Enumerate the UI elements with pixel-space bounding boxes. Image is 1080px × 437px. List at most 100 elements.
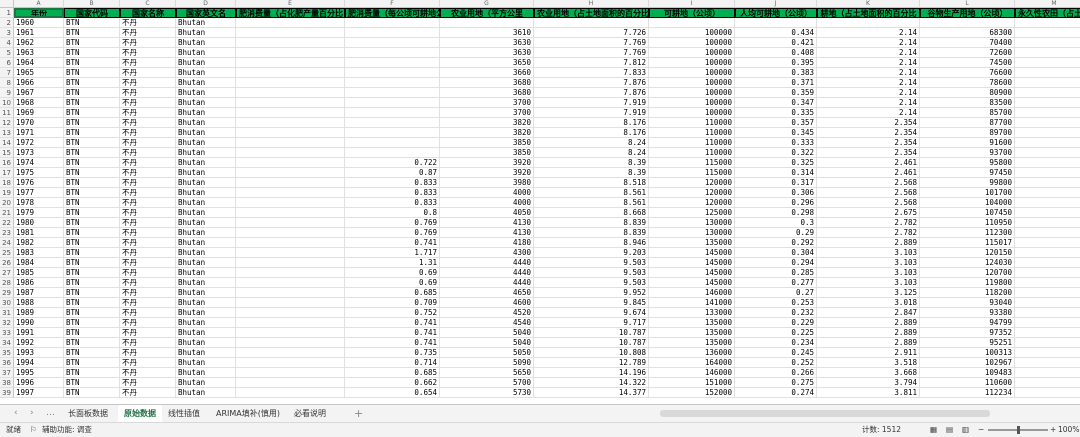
table-cell[interactable]: BTN xyxy=(64,258,120,268)
table-cell[interactable]: 0.314 xyxy=(735,168,817,178)
table-cell[interactable]: 0.8 xyxy=(345,208,440,218)
table-cell[interactable]: 0.408 xyxy=(735,48,817,58)
table-cell[interactable]: 0.357 xyxy=(735,118,817,128)
table-cell[interactable]: 3.125 xyxy=(817,288,920,298)
table-cell[interactable]: 0.69 xyxy=(345,268,440,278)
table-cell[interactable]: 3820 xyxy=(440,118,534,128)
table-cell[interactable]: 7.726 xyxy=(534,28,649,38)
table-cell[interactable]: 120700 xyxy=(920,268,1015,278)
table-cell[interactable]: 0.3 xyxy=(735,218,817,228)
header-cell[interactable]: 农业用地（占土地面积的百分比 xyxy=(534,8,649,18)
table-cell[interactable]: 135000 xyxy=(649,328,735,338)
table-cell[interactable]: 0.741 xyxy=(345,338,440,348)
table-cell[interactable] xyxy=(345,48,440,58)
table-cell[interactable]: BTN xyxy=(64,188,120,198)
table-cell[interactable] xyxy=(345,38,440,48)
table-cell[interactable]: BTN xyxy=(64,168,120,178)
table-cell[interactable]: 9.952 xyxy=(534,288,649,298)
table-cell[interactable]: Bhutan xyxy=(176,178,236,188)
header-cell[interactable]: 谷物生产用地（公顷） xyxy=(920,8,1015,18)
table-cell[interactable]: 3650 xyxy=(440,58,534,68)
header-cell[interactable]: 人均可耕地（公顷） xyxy=(735,8,817,18)
table-cell[interactable]: 0.275 xyxy=(735,378,817,388)
row-number[interactable]: 16 xyxy=(0,158,14,168)
table-cell[interactable]: 101700 xyxy=(920,188,1015,198)
table-cell[interactable]: Bhutan xyxy=(176,88,236,98)
table-cell[interactable]: 115000 xyxy=(649,168,735,178)
table-cell[interactable] xyxy=(1015,358,1080,368)
table-cell[interactable]: BTN xyxy=(64,378,120,388)
table-cell[interactable] xyxy=(1015,168,1080,178)
table-cell[interactable]: 不丹 xyxy=(120,248,176,258)
table-cell[interactable]: 0.714 xyxy=(345,358,440,368)
table-cell[interactable]: 1982 xyxy=(14,238,64,248)
table-cell[interactable]: 0.383 xyxy=(735,68,817,78)
table-cell[interactable]: 4600 xyxy=(440,298,534,308)
row-number[interactable]: 28 xyxy=(0,278,14,288)
table-cell[interactable] xyxy=(345,58,440,68)
table-cell[interactable]: Bhutan xyxy=(176,48,236,58)
table-cell[interactable]: 97352 xyxy=(920,328,1015,338)
table-cell[interactable]: 2.782 xyxy=(817,218,920,228)
table-cell[interactable]: 0.347 xyxy=(735,98,817,108)
table-cell[interactable]: 3920 xyxy=(440,158,534,168)
table-cell[interactable] xyxy=(735,18,817,28)
table-cell[interactable]: 8.839 xyxy=(534,218,649,228)
table-cell[interactable]: 不丹 xyxy=(120,98,176,108)
table-cell[interactable]: 8.668 xyxy=(534,208,649,218)
table-cell[interactable]: 1997 xyxy=(14,388,64,398)
table-cell[interactable]: 0.709 xyxy=(345,298,440,308)
table-cell[interactable]: 3680 xyxy=(440,88,534,98)
table-cell[interactable]: Bhutan xyxy=(176,348,236,358)
row-number[interactable]: 11 xyxy=(0,108,14,118)
table-cell[interactable]: 4130 xyxy=(440,228,534,238)
table-cell[interactable] xyxy=(236,28,345,38)
table-cell[interactable] xyxy=(236,138,345,148)
table-cell[interactable]: 5040 xyxy=(440,328,534,338)
table-cell[interactable]: 7.919 xyxy=(534,98,649,108)
table-cell[interactable]: 0.833 xyxy=(345,178,440,188)
sheet-tab[interactable]: ARIMA填补(慎用) xyxy=(210,405,286,422)
table-cell[interactable] xyxy=(236,238,345,248)
table-cell[interactable]: 不丹 xyxy=(120,378,176,388)
table-cell[interactable]: BTN xyxy=(64,98,120,108)
column-header-f[interactable]: F xyxy=(345,0,440,8)
table-cell[interactable]: Bhutan xyxy=(176,28,236,38)
table-cell[interactable]: 0.296 xyxy=(735,198,817,208)
table-cell[interactable]: 0.277 xyxy=(735,278,817,288)
table-cell[interactable]: Bhutan xyxy=(176,328,236,338)
table-cell[interactable] xyxy=(345,78,440,88)
table-cell[interactable]: 0.232 xyxy=(735,308,817,318)
table-cell[interactable]: 110000 xyxy=(649,118,735,128)
table-cell[interactable]: 0.359 xyxy=(735,88,817,98)
table-cell[interactable]: 8.39 xyxy=(534,158,649,168)
table-cell[interactable]: Bhutan xyxy=(176,108,236,118)
table-cell[interactable]: Bhutan xyxy=(176,238,236,248)
table-cell[interactable]: Bhutan xyxy=(176,218,236,228)
table-cell[interactable]: 124030 xyxy=(920,258,1015,268)
header-cell[interactable]: 永久性农田（占土地面积 xyxy=(1015,8,1080,18)
zoom-level[interactable]: 100% xyxy=(1058,423,1079,437)
table-cell[interactable]: 2.354 xyxy=(817,148,920,158)
table-cell[interactable]: BTN xyxy=(64,388,120,398)
table-cell[interactable]: 不丹 xyxy=(120,108,176,118)
table-cell[interactable]: 0.253 xyxy=(735,298,817,308)
table-cell[interactable] xyxy=(236,168,345,178)
table-cell[interactable] xyxy=(1015,38,1080,48)
table-cell[interactable]: 100000 xyxy=(649,108,735,118)
table-cell[interactable]: 不丹 xyxy=(120,158,176,168)
table-cell[interactable]: 100313 xyxy=(920,348,1015,358)
table-cell[interactable] xyxy=(236,358,345,368)
row-number[interactable]: 32 xyxy=(0,318,14,328)
table-cell[interactable]: Bhutan xyxy=(176,368,236,378)
table-cell[interactable]: 不丹 xyxy=(120,238,176,248)
table-cell[interactable]: 不丹 xyxy=(120,298,176,308)
table-cell[interactable]: Bhutan xyxy=(176,358,236,368)
table-cell[interactable]: 1.717 xyxy=(345,248,440,258)
row-number[interactable]: 10 xyxy=(0,98,14,108)
row-number[interactable]: 34 xyxy=(0,338,14,348)
table-cell[interactable]: 9.845 xyxy=(534,298,649,308)
table-cell[interactable]: BTN xyxy=(64,238,120,248)
table-cell[interactable]: Bhutan xyxy=(176,278,236,288)
table-cell[interactable] xyxy=(1015,18,1080,28)
